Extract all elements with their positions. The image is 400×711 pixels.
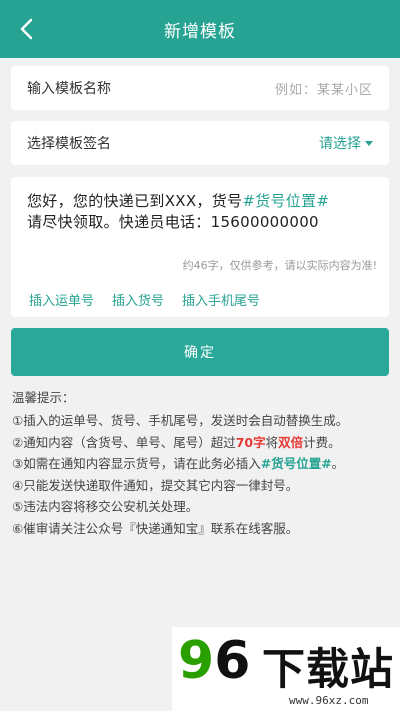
watermark-six: 6: [214, 631, 251, 691]
template-name-label: 输入模板名称: [27, 81, 111, 97]
chevron-left-icon: [20, 18, 33, 40]
char-count-hint: 约46字，仅供参考，请以实际内容为准!: [182, 259, 377, 272]
template-content-text[interactable]: 您好，您的快递已到XXX，货号#货号位置# 请尽快领取。快递员电话：156000…: [27, 191, 373, 233]
tip-2-text-end: 计费。: [303, 434, 341, 450]
watermark-96: 96: [178, 635, 250, 687]
template-name-card: 输入模板名称 例如：某某小区: [11, 66, 389, 110]
back-button[interactable]: [12, 15, 40, 43]
watermark-nine: 9: [178, 631, 215, 691]
tip-1: ①插入的运单号、货号、手机尾号，发送时会自动替换生成。: [12, 413, 349, 428]
watermark-url: www.96xz.com: [289, 694, 369, 707]
tip-4: ④只能发送快递取件通知，提交其它内容一律封号。: [12, 477, 299, 493]
huohao-placeholder-tag: #货号位置#: [242, 192, 330, 210]
tip-2-double: 双倍: [278, 434, 304, 450]
tip-3-text: ③如需在通知内容显示货号，请在此务必插入: [12, 456, 261, 471]
tip-3-end: 。: [331, 456, 345, 471]
tips-section: 温馨提示： ①插入的运单号、货号、手机尾号，发送时会自动替换生成。 ②通知内容（…: [12, 389, 392, 539]
insert-phone-tail-button[interactable]: 插入手机尾号: [182, 290, 260, 309]
template-sign-label: 选择模板签名: [27, 136, 111, 152]
site-watermark-logo: 96 下载站 www.96xz.com: [172, 627, 400, 711]
insert-huohao-button[interactable]: 插入货号: [112, 290, 164, 309]
sign-select-value: 请选择: [319, 136, 361, 152]
tip-2-limit: 70字: [235, 434, 266, 450]
tip-2-text: ②通知内容（含货号、单号、尾号）超过: [12, 434, 236, 450]
tip-2: ②通知内容（含货号、单号、尾号）超过70字将双倍计费。: [12, 432, 392, 454]
template-sign-row[interactable]: 选择模板签名 请选择: [11, 121, 389, 165]
dropdown-caret-icon: [365, 140, 373, 146]
sign-select[interactable]: 请选择: [319, 133, 373, 153]
tip-6: ⑥催审请关注公众号『快递通知宝』联系在线客服。: [12, 520, 299, 536]
watermark-text: 下载站: [262, 645, 394, 695]
insert-waybill-button[interactable]: 插入运单号: [29, 290, 94, 309]
template-name-input[interactable]: 例如：某某小区: [275, 79, 373, 98]
confirm-button[interactable]: 确定: [11, 328, 389, 376]
tip-5: ⑤违法内容将移交公安机关处理。: [12, 499, 199, 514]
template-sign-card: 选择模板签名 请选择: [11, 121, 389, 165]
tips-title: 温馨提示：: [12, 390, 75, 405]
app-header: 新增模板: [0, 0, 400, 58]
insert-actions: 插入运单号 插入货号 插入手机尾号: [29, 290, 260, 309]
tip-3: ③如需在通知内容显示货号，请在此务必插入#货号位置#。: [12, 453, 392, 475]
template-content-card[interactable]: 您好，您的快递已到XXX，货号#货号位置# 请尽快领取。快递员电话：156000…: [11, 177, 389, 317]
template-name-field[interactable]: 输入模板名称 例如：某某小区: [11, 66, 389, 110]
page-title: 新增模板: [164, 21, 236, 42]
tip-3-tag: #货号位置#: [260, 456, 332, 471]
content-line1: 您好，您的快递已到XXX，货号: [27, 192, 243, 210]
content-line2: 请尽快领取。快递员电话：15600000000: [27, 213, 319, 231]
tip-2-text-mid: 将: [265, 434, 279, 450]
